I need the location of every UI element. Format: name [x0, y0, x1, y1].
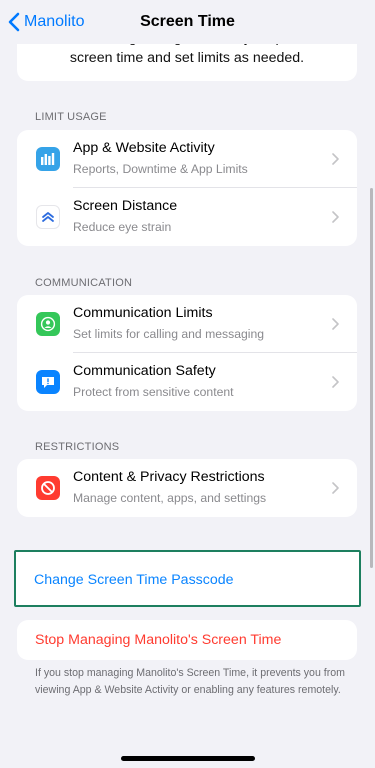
no-entry-icon — [36, 476, 60, 500]
row-subtitle: Reports, Downtime & App Limits — [73, 162, 248, 176]
row-title: Communication Safety — [73, 363, 216, 379]
stop-managing-footnote: If you stop managing Manolito's Screen T… — [35, 667, 345, 696]
row-title: Screen Distance — [73, 198, 178, 214]
person-icon — [36, 312, 60, 336]
row-title: App & Website Activity — [73, 140, 215, 156]
row-title: Content & Privacy Restrictions — [73, 469, 265, 485]
communication-safety-row[interactable]: Communication Safety Protect from sensit… — [17, 353, 357, 411]
stop-managing-button[interactable]: Stop Managing Manolito's Screen Time — [17, 620, 357, 660]
restrictions-group: Content & Privacy Restrictions Manage co… — [17, 459, 357, 517]
communication-group: Communication Limits Set limits for call… — [17, 295, 357, 411]
row-subtitle: Manage content, apps, and settings — [73, 491, 267, 505]
change-passcode-button[interactable]: Change Screen Time Passcode — [14, 550, 361, 607]
chevron-right-icon — [332, 482, 339, 494]
limit-usage-group: App & Website Activity Reports, Downtime… — [17, 130, 357, 246]
app-website-activity-row[interactable]: App & Website Activity Reports, Downtime… — [17, 130, 357, 188]
chevron-right-icon — [332, 153, 339, 165]
row-subtitle: Protect from sensitive content — [73, 385, 234, 399]
chat-bubble-icon — [36, 370, 60, 394]
chevron-right-icon — [332, 318, 339, 330]
screen-distance-icon — [36, 205, 60, 229]
content-privacy-restrictions-row[interactable]: Content & Privacy Restrictions Manage co… — [17, 459, 357, 517]
section-header-limit-usage: LIMIT USAGE — [35, 111, 107, 123]
chart-icon — [36, 147, 60, 171]
navigation-bar: Manolito Screen Time — [0, 0, 375, 44]
chevron-right-icon — [332, 376, 339, 388]
intro-line-2: screen time and set limits as needed. — [69, 50, 305, 66]
section-header-restrictions: RESTRICTIONS — [35, 441, 120, 453]
screen-distance-row[interactable]: Screen Distance Reduce eye strain — [17, 188, 357, 246]
scroll-indicator — [370, 188, 373, 568]
row-subtitle: Reduce eye strain — [73, 220, 172, 234]
communication-limits-row[interactable]: Communication Limits Set limits for call… — [17, 295, 357, 353]
row-subtitle: Set limits for calling and messaging — [73, 327, 265, 341]
row-title: Communication Limits — [73, 305, 213, 321]
chevron-right-icon — [332, 211, 339, 223]
change-passcode-label: Change Screen Time Passcode — [34, 572, 234, 588]
stop-managing-label: Stop Managing Manolito's Screen Time — [35, 632, 282, 648]
page-title: Screen Time — [140, 13, 235, 30]
section-header-communication: COMMUNICATION — [35, 277, 133, 289]
home-indicator[interactable] — [121, 756, 255, 761]
